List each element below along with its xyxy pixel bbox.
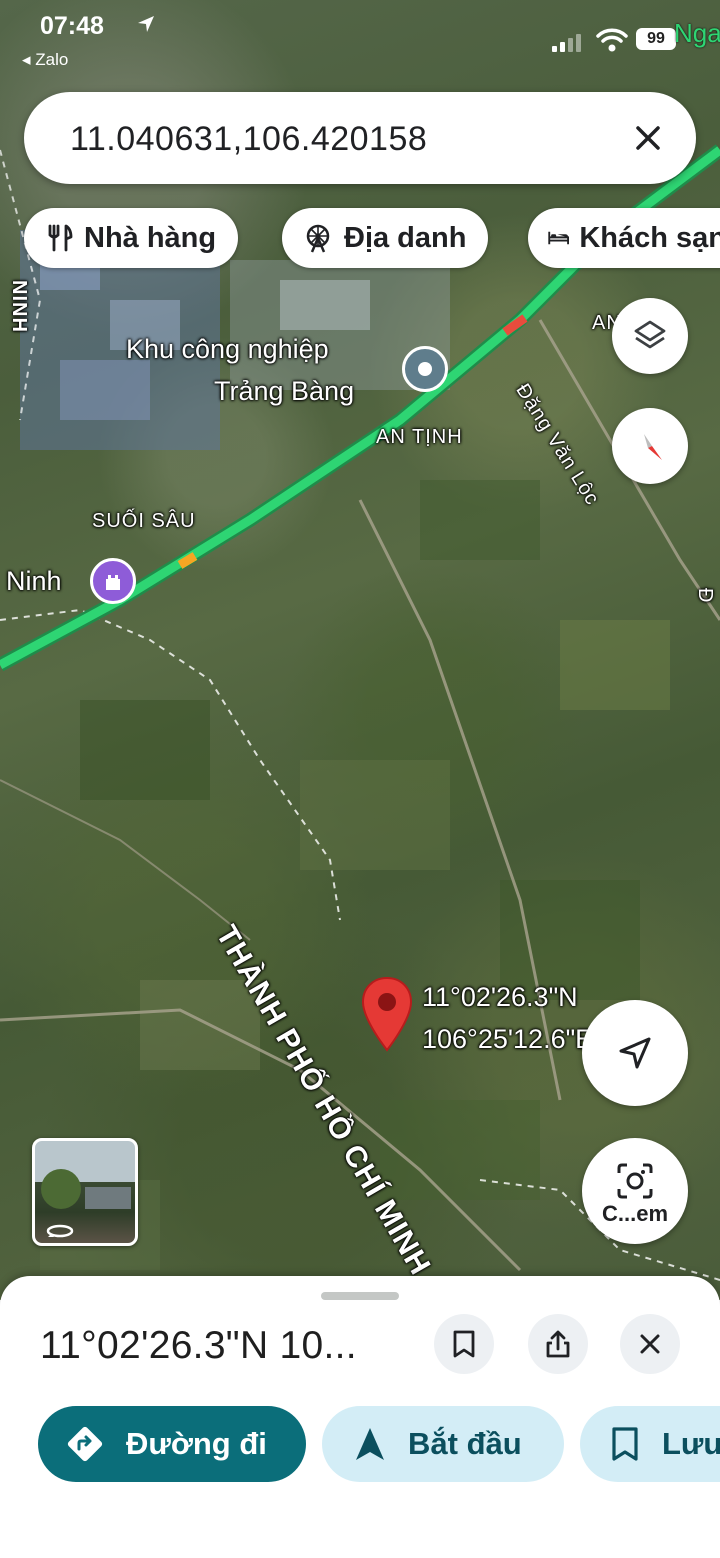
signal-icon	[552, 34, 581, 52]
chip-label: Địa danh	[344, 221, 467, 254]
area-label-an-tinh: AN TỊNH	[376, 426, 463, 448]
poi-marker-icon[interactable]	[402, 346, 448, 392]
start-navigation-label: Bắt đầu	[408, 1426, 522, 1461]
chip-landmarks[interactable]: Địa danh	[282, 208, 489, 268]
my-location-button[interactable]	[582, 1000, 688, 1106]
poi-label-ninh[interactable]: Ninh	[6, 566, 62, 597]
road-label-right-edge: Đ	[694, 588, 716, 604]
start-navigation-button[interactable]: Bắt đầu	[322, 1406, 564, 1482]
camera-search-label: C...em	[601, 1201, 669, 1226]
ferris-wheel-icon	[306, 224, 330, 253]
directions-button[interactable]: Đường đi	[38, 1406, 306, 1482]
save-place-label: Lưu	[662, 1426, 720, 1461]
rotate-360-icon	[46, 1224, 74, 1238]
compass-icon	[644, 434, 662, 460]
area-label-suoi-sau: SUỐI SÂU	[92, 510, 196, 532]
place-bottom-sheet[interactable]: 11°02'26.3"N 10... Đường đi Bắt đầu Lưu	[0, 1276, 720, 1558]
share-button[interactable]	[528, 1314, 588, 1374]
clock: 07:48	[40, 12, 104, 40]
fork-knife-icon	[48, 224, 73, 252]
chip-label: Khách sạn	[579, 221, 720, 254]
close-sheet-button[interactable]	[620, 1314, 680, 1374]
bookmark-outline-icon	[612, 1427, 638, 1461]
poi-label-industrial-zone-2[interactable]: Trảng Bàng	[214, 376, 354, 407]
search-bar[interactable]: 11.040631,106.420158	[24, 92, 696, 184]
chip-hotels[interactable]: Khách sạn	[528, 208, 720, 268]
road-label-left: NINH	[8, 280, 30, 333]
place-title: 11°02'26.3"N 10...	[40, 1324, 357, 1367]
poi-label-industrial-zone[interactable]: Khu công nghiệp	[126, 334, 329, 365]
chip-restaurants[interactable]: Nhà hàng	[24, 208, 239, 268]
landmark-icon[interactable]	[90, 558, 136, 604]
share-icon	[546, 1330, 570, 1358]
wifi-icon	[596, 28, 628, 52]
street-view-thumbnail[interactable]	[32, 1138, 138, 1246]
close-icon	[640, 1334, 660, 1354]
map-terrain	[0, 144, 720, 1281]
bed-icon	[548, 231, 570, 245]
navigation-icon	[356, 1428, 384, 1460]
pin-latitude-label: 11°02'26.3"N	[422, 982, 578, 1012]
dropped-pin-icon[interactable]	[360, 976, 414, 1057]
compass-button[interactable]	[612, 408, 688, 484]
pin-longitude-label: 106°25'12.6"E	[422, 1024, 594, 1054]
layers-icon	[634, 320, 666, 349]
camera-search-button[interactable]: C...em	[582, 1138, 688, 1244]
clear-search-icon[interactable]	[624, 114, 672, 162]
back-to-app-link[interactable]: ◂ Zalo	[22, 50, 68, 70]
chip-label: Nhà hàng	[84, 221, 217, 254]
layers-button[interactable]	[612, 298, 688, 374]
location-arrow-icon	[138, 16, 154, 32]
save-bookmark-button[interactable]	[434, 1314, 494, 1374]
sheet-drag-handle[interactable]	[321, 1292, 399, 1300]
status-bar: 07:48 ◂ Zalo 99 Nga	[0, 0, 720, 80]
battery-icon: 99	[636, 28, 676, 50]
corner-map-label: Nga	[674, 18, 720, 48]
bookmark-icon	[453, 1330, 475, 1358]
directions-label: Đường đi	[126, 1426, 267, 1461]
battery-level: 99	[647, 30, 665, 47]
camera-lens-icon	[617, 1163, 653, 1199]
search-input[interactable]: 11.040631,106.420158	[70, 120, 427, 159]
satellite-map[interactable]: Khu công nghiệp Trảng Bàng AN TỊNH SUỐI …	[0, 0, 720, 1300]
navigation-arrow-icon	[619, 1037, 651, 1069]
directions-icon	[67, 1426, 103, 1462]
save-place-button[interactable]: Lưu	[580, 1406, 720, 1482]
